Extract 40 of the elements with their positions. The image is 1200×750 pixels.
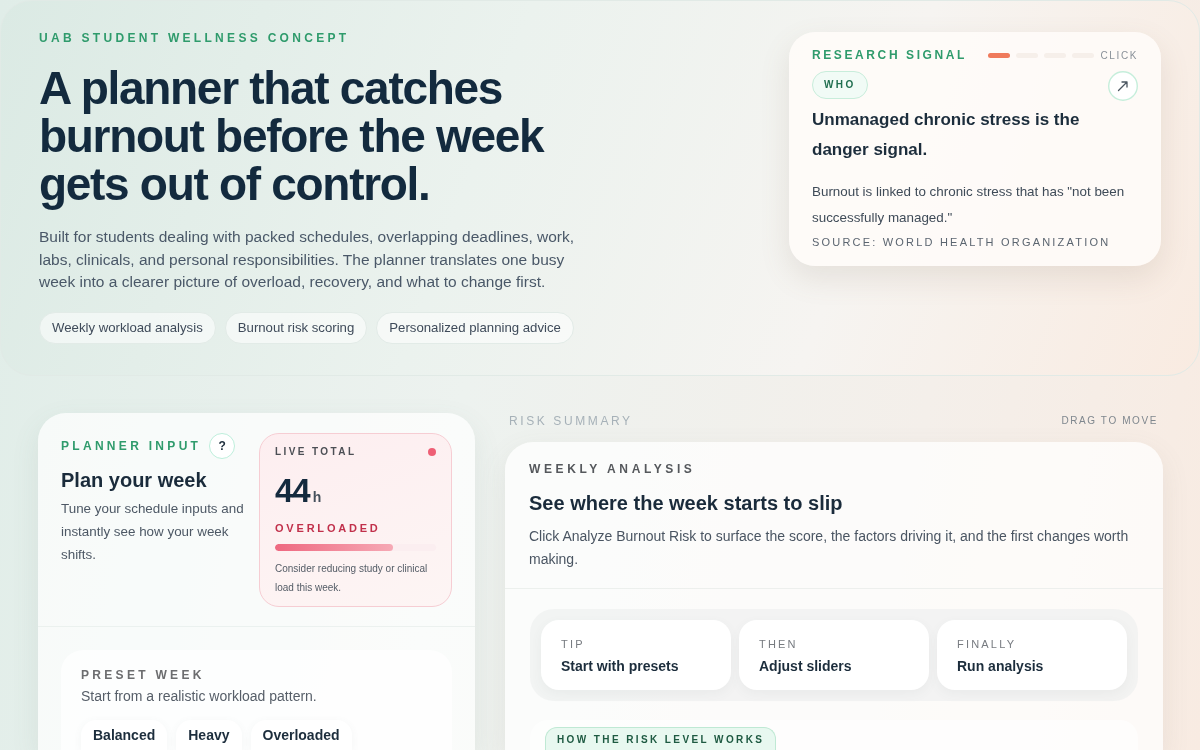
- feature-tag: Burnout risk scoring: [224, 311, 368, 344]
- card-label: WEEKLY ANALYSIS: [529, 462, 697, 476]
- section-description: Tune your schedule inputs and instantly see how your week shifts.: [61, 500, 245, 564]
- research-headline: Unmanaged chronic stress is the danger signal.: [812, 109, 1081, 161]
- preset-button[interactable]: Heavy: [176, 720, 242, 750]
- section-description: Start from a realistic workload pattern.: [81, 687, 318, 706]
- feature-tag: Weekly workload analysis: [39, 311, 216, 344]
- status-dot-icon: [428, 448, 436, 456]
- step-title: Adjust sliders: [759, 657, 853, 675]
- total-hours: 44: [275, 471, 310, 511]
- status-note: Consider reducing study or clinical load this week.: [275, 562, 429, 595]
- explainer-badge: HOW THE RISK LEVEL WORKS: [545, 727, 777, 750]
- card-label: LIVE TOTAL: [275, 446, 357, 458]
- feature-tag: Personalized planning advice: [376, 311, 574, 344]
- step-label: TIP: [561, 637, 586, 651]
- hero-description: Built for students dealing with packed schedules, overlapping deadlines, work, labs, clinicals, and personal responsibilities. The planner translates one busy week into a clearer picture of overload, recovery, and what to change first.: [39, 227, 576, 292]
- source-text: SOURCE: WORLD HEALTH ORGANIZATION: [812, 235, 1112, 249]
- help-button[interactable]: ?: [209, 433, 236, 459]
- click-hint: CLICK: [1100, 48, 1138, 63]
- drag-hint: DRAG TO MOVE: [1061, 414, 1158, 428]
- card-title: See where the week starts to slip: [529, 491, 844, 516]
- preset-button[interactable]: Overloaded: [250, 720, 352, 750]
- step-label: FINALLY: [957, 637, 1018, 651]
- unit-label: h: [312, 488, 322, 507]
- section-label: PLANNER INPUT: [61, 439, 202, 453]
- eyebrow-label: UAB STUDENT WELLNESS CONCEPT: [39, 31, 351, 45]
- preset-button[interactable]: Balanced: [81, 720, 168, 750]
- hero-headline: A planner that catches burnout before the week gets out of control.: [39, 64, 546, 208]
- card-label: RESEARCH SIGNAL: [812, 48, 967, 62]
- section-title: Plan your week: [61, 468, 208, 493]
- step-title: Run analysis: [957, 657, 1045, 675]
- section-label: PRESET WEEK: [81, 668, 206, 682]
- research-quote: Burnout is linked to chronic stress that has "not been successfully managed.": [812, 183, 1126, 227]
- section-label: RISK SUMMARY: [509, 414, 633, 428]
- source-badge: WHO: [812, 71, 868, 99]
- card-description: Click Analyze Burnout Risk to surface the score, the factors driving it, and the first changes worth making.: [529, 527, 1130, 569]
- step-label: THEN: [759, 637, 799, 651]
- step-title: Start with presets: [561, 657, 680, 675]
- status-label: OVERLOADED: [275, 521, 382, 535]
- slide-indicator[interactable]: [987, 52, 1010, 58]
